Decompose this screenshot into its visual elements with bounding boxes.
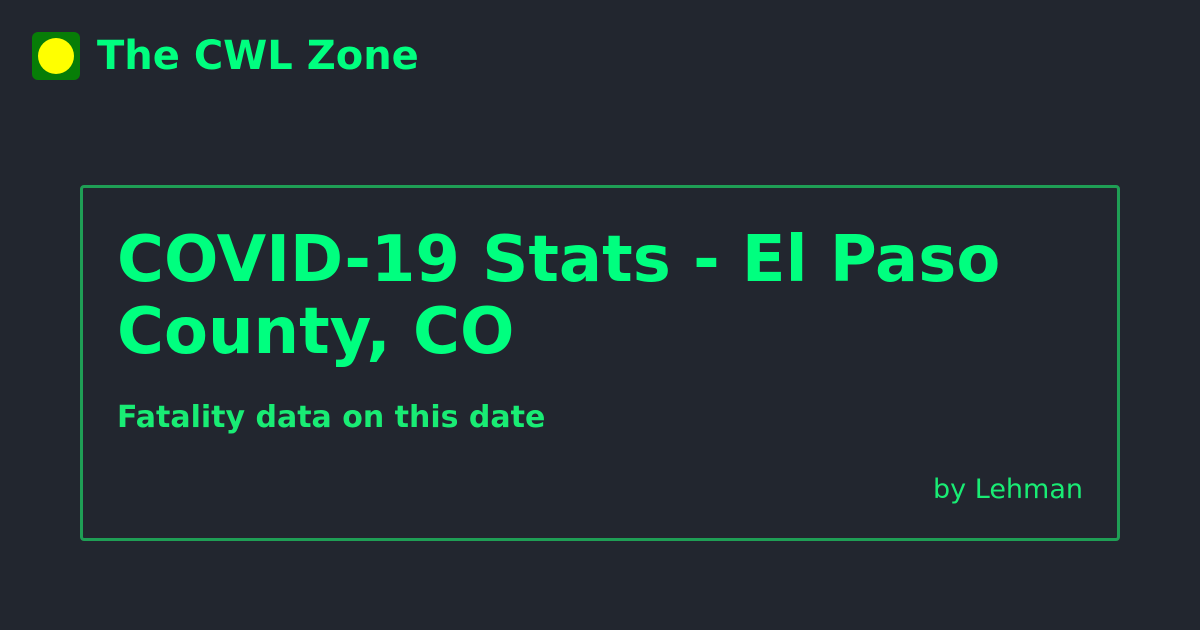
- post-card: COVID-19 Stats - El Paso County, CO Fata…: [80, 185, 1120, 541]
- site-title[interactable]: The CWL Zone: [97, 32, 419, 80]
- yellow-dot-icon: [38, 38, 74, 74]
- site-header: The CWL Zone: [32, 32, 419, 80]
- site-logo-icon[interactable]: [32, 32, 80, 80]
- post-title: COVID-19 Stats - El Paso County, CO: [117, 223, 1001, 369]
- post-subtitle: Fatality data on this date: [117, 400, 546, 435]
- post-author: by Lehman: [933, 474, 1083, 505]
